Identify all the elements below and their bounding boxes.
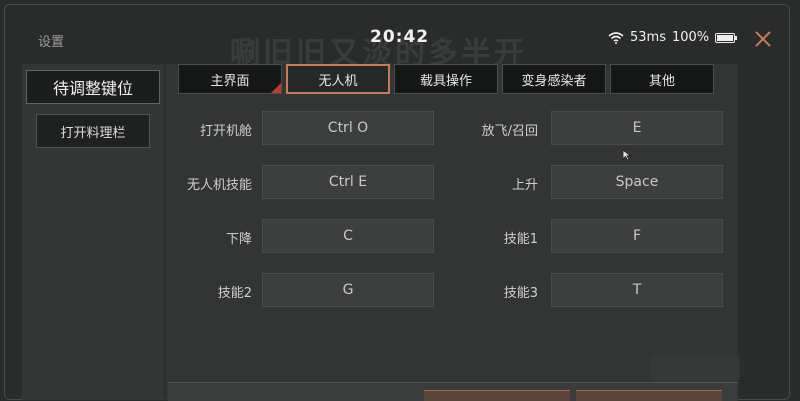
- tab-label: 无人机: [318, 73, 358, 89]
- key-binding-open-cabin[interactable]: Ctrl O: [262, 111, 434, 145]
- tab-label: 变身感染者: [521, 73, 587, 89]
- clock: 20:42: [370, 27, 430, 47]
- battery-percent: 100%: [671, 30, 710, 45]
- tab-main-ui[interactable]: 主界面: [178, 64, 282, 94]
- corner-marker-icon: [271, 83, 281, 93]
- key-binding-skill-1[interactable]: F: [551, 219, 723, 253]
- wifi-icon: [608, 31, 624, 44]
- sidebar-active-category[interactable]: 待调整键位: [26, 70, 160, 104]
- bottom-button-right[interactable]: [576, 390, 722, 401]
- sidebar: 待调整键位 打开料理栏: [22, 64, 165, 400]
- bottom-button-left[interactable]: [424, 390, 570, 401]
- tab-bar: 主界面 无人机 载具操作 变身感染者 其他: [178, 64, 714, 94]
- key-binding-drone-skill[interactable]: Ctrl E: [262, 165, 434, 199]
- tab-label: 其他: [648, 73, 675, 89]
- network-latency: 53ms: [630, 30, 666, 45]
- key-binding-ascend[interactable]: Space: [551, 165, 723, 199]
- binding-label: 上升: [511, 178, 538, 193]
- tab-transform-infected[interactable]: 变身感染者: [502, 64, 606, 94]
- binding-label: 技能2: [217, 286, 252, 301]
- key-binding-skill-2[interactable]: G: [262, 273, 434, 307]
- battery-icon: [715, 32, 738, 43]
- sidebar-item-open-cooking-bar[interactable]: 打开料理栏: [36, 114, 150, 148]
- tab-drone[interactable]: 无人机: [286, 64, 390, 94]
- window-title: 设置: [38, 35, 65, 50]
- binding-label: 打开机舱: [199, 124, 252, 139]
- key-binding-launch-recall[interactable]: E: [551, 111, 723, 145]
- binding-label: 技能1: [503, 232, 538, 247]
- status-area: 53ms 100%: [608, 30, 738, 45]
- top-bar: 设置 20:42 53ms 100%: [0, 0, 800, 60]
- tab-other[interactable]: 其他: [610, 64, 714, 94]
- binding-label: 放飞/召回: [481, 124, 538, 139]
- key-binding-skill-3[interactable]: T: [551, 273, 723, 307]
- binding-label: 无人机技能: [186, 178, 252, 193]
- tab-label: 主界面: [210, 73, 250, 89]
- close-icon[interactable]: [752, 28, 774, 50]
- mouse-cursor-icon: [622, 146, 632, 165]
- battery-fill: [717, 34, 734, 41]
- key-binding-descend[interactable]: C: [262, 219, 434, 253]
- tab-vehicle[interactable]: 载具操作: [394, 64, 498, 94]
- faded-action-button[interactable]: [650, 356, 740, 380]
- binding-label: 下降: [225, 232, 252, 247]
- binding-label: 技能3: [503, 286, 538, 301]
- tab-label: 载具操作: [419, 73, 472, 89]
